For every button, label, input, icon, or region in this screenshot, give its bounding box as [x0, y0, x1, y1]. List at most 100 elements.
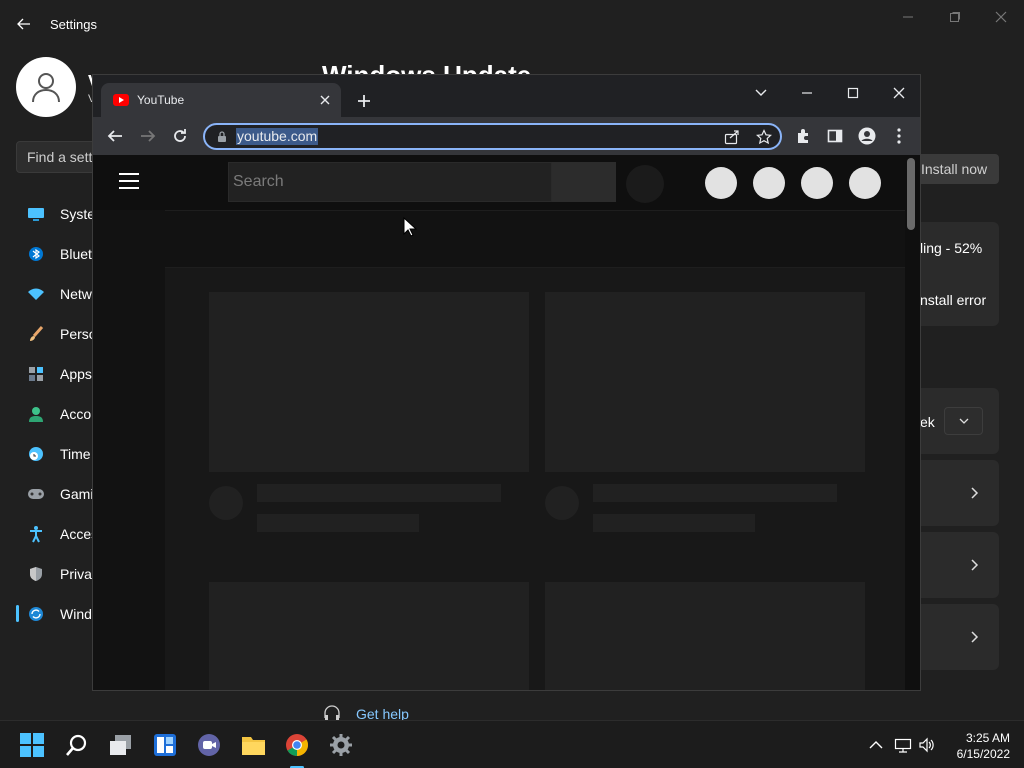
sidebar-item-time-language[interactable]: Time & language — [16, 436, 96, 472]
sidebar-item-label: Bluetooth & devices — [60, 246, 96, 262]
clock[interactable]: 3:25 AM 6/15/2022 — [940, 730, 1010, 762]
sidebar-item-bluetooth[interactable]: Bluetooth & devices — [16, 236, 96, 272]
video-meta-placeholder — [257, 514, 419, 532]
settings-search-input[interactable]: Find a setting — [16, 141, 96, 173]
sidebar-item-label: Personalization — [60, 326, 96, 342]
sidebar-item-windows-update[interactable]: Windows Update — [16, 596, 96, 632]
tab-youtube[interactable]: YouTube — [101, 83, 341, 117]
youtube-search-button[interactable] — [552, 162, 616, 202]
profile-icon[interactable] — [855, 124, 879, 148]
search-icon[interactable] — [65, 733, 89, 757]
clock-date: 6/15/2022 — [956, 747, 1010, 761]
monitor-icon — [26, 204, 46, 224]
forward-arrow-icon[interactable] — [136, 124, 160, 148]
bluetooth-icon — [26, 244, 46, 264]
reload-icon[interactable] — [168, 124, 192, 148]
chevron-right-icon — [971, 487, 979, 499]
youtube-sidebar — [93, 210, 165, 690]
header-button-placeholder[interactable] — [801, 167, 833, 199]
chevron-down-icon — [959, 418, 969, 424]
new-tab-icon[interactable] — [353, 90, 375, 112]
chevron-right-icon — [971, 559, 979, 571]
update-history-card[interactable] — [912, 460, 999, 526]
header-button-placeholder[interactable] — [849, 167, 881, 199]
video-thumbnail-placeholder[interactable] — [545, 292, 865, 472]
settings-icon[interactable] — [329, 733, 353, 757]
settings-title: Settings — [50, 17, 97, 32]
sidebar-item-accessibility[interactable]: Accessibility — [16, 516, 96, 552]
sidebar-item-label: Apps — [60, 366, 92, 382]
minimize-icon[interactable] — [787, 79, 827, 107]
advanced-options-card[interactable] — [912, 532, 999, 598]
video-thumbnail-placeholder[interactable] — [209, 292, 529, 472]
close-icon[interactable] — [986, 8, 1016, 26]
tab-close-icon[interactable] — [317, 92, 333, 108]
more-menu-icon[interactable] — [887, 124, 911, 148]
channel-avatar-placeholder — [209, 486, 243, 520]
tab-title: YouTube — [137, 93, 185, 107]
sidebar-item-privacy[interactable]: Privacy & security — [16, 556, 96, 592]
settings-titlebar: Settings — [0, 0, 1024, 48]
side-panel-icon[interactable] — [823, 124, 847, 148]
file-explorer-icon[interactable] — [241, 733, 265, 757]
youtube-search-input[interactable]: Search — [228, 162, 552, 202]
sidebar-item-label: Windows Update — [60, 606, 96, 622]
voice-search-button[interactable] — [626, 165, 664, 203]
volume-icon[interactable] — [918, 736, 936, 754]
install-now-button[interactable]: Install now — [912, 154, 999, 184]
insider-program-card[interactable] — [912, 604, 999, 670]
taskbar: 3:25 AM 6/15/2022 — [0, 720, 1024, 768]
video-thumbnail-placeholder[interactable] — [209, 582, 529, 690]
back-arrow-icon[interactable] — [14, 14, 34, 34]
share-icon[interactable] — [723, 128, 741, 146]
url-text[interactable]: youtube.com — [236, 128, 319, 145]
lock-icon[interactable] — [215, 130, 229, 144]
maximize-icon[interactable] — [833, 79, 873, 107]
update-status-installing: ling - 52% — [920, 240, 983, 256]
sidebar-item-personalization[interactable]: Personalization — [16, 316, 96, 352]
restore-icon[interactable] — [940, 8, 970, 26]
header-button-placeholder[interactable] — [753, 167, 785, 199]
network-icon[interactable] — [894, 736, 912, 754]
page-scrollbar[interactable] — [907, 158, 915, 230]
wifi-icon — [26, 284, 46, 304]
shield-icon — [26, 564, 46, 584]
sidebar-item-label: Time & language — [60, 446, 96, 462]
gamepad-icon — [26, 484, 46, 504]
video-thumbnail-placeholder[interactable] — [545, 582, 865, 690]
close-icon[interactable] — [879, 79, 919, 107]
address-bar[interactable]: youtube.com — [203, 123, 782, 150]
widgets-icon[interactable] — [153, 733, 177, 757]
sidebar-item-gaming[interactable]: Gaming — [16, 476, 96, 512]
mouse-cursor-icon — [403, 217, 417, 237]
video-title-placeholder — [593, 484, 837, 502]
start-icon[interactable] — [20, 733, 44, 757]
sidebar-item-network[interactable]: Network & internet — [16, 276, 96, 312]
extensions-icon[interactable] — [791, 124, 815, 148]
channel-avatar-placeholder — [545, 486, 579, 520]
task-view-icon[interactable] — [109, 733, 133, 757]
youtube-video-grid — [165, 268, 905, 690]
update-status-card — [912, 222, 999, 326]
bookmark-star-icon[interactable] — [755, 128, 773, 146]
minimize-icon[interactable] — [893, 8, 923, 26]
tab-search-chevron-icon[interactable] — [741, 79, 781, 107]
header-button-placeholder[interactable] — [705, 167, 737, 199]
chrome-icon[interactable] — [285, 733, 309, 757]
youtube-favicon-icon — [113, 94, 129, 106]
chevron-up-icon[interactable] — [867, 736, 885, 754]
pause-duration-dropdown[interactable] — [944, 407, 983, 435]
sidebar-item-system[interactable]: System — [16, 196, 96, 232]
youtube-chip-bar — [165, 210, 905, 268]
hamburger-menu-icon[interactable] — [119, 173, 139, 189]
avatar — [16, 57, 76, 117]
sidebar-item-label: Gaming — [60, 486, 96, 502]
teams-chat-icon[interactable] — [197, 733, 221, 757]
update-status-error: nstall error — [920, 292, 987, 308]
sidebar-item-accounts[interactable]: Accounts — [16, 396, 96, 432]
accessibility-icon — [26, 524, 46, 544]
sidebar-item-apps[interactable]: Apps — [16, 356, 96, 392]
sidebar-item-label: Privacy & security — [60, 566, 96, 582]
back-arrow-icon[interactable] — [103, 124, 127, 148]
youtube-page: Search — [93, 155, 920, 690]
